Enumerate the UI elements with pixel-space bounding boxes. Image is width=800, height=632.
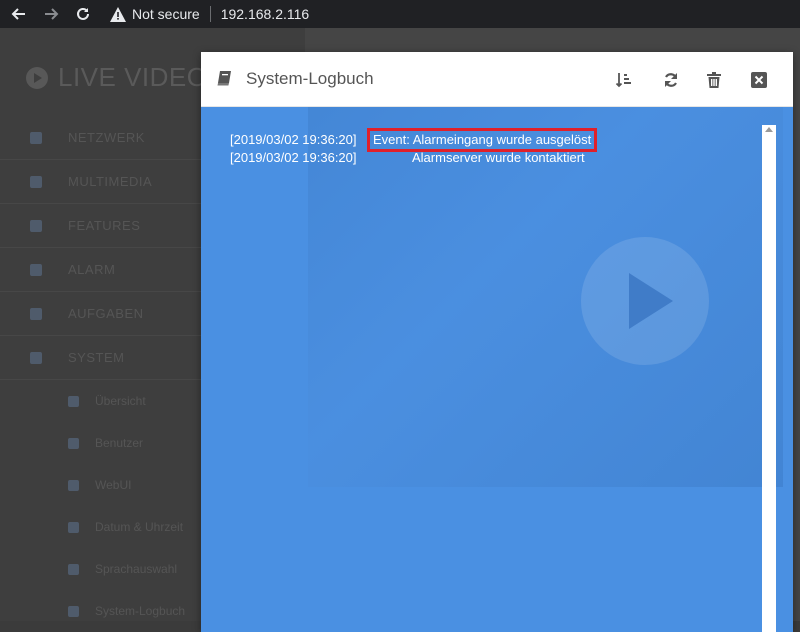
play-icon: [581, 237, 709, 365]
tasks-icon: [30, 307, 42, 320]
globe-icon: [68, 563, 79, 575]
refresh-icon[interactable]: [660, 69, 682, 91]
url-divider: [209, 6, 211, 22]
sidebar-item-label: AUFGABEN: [68, 306, 144, 321]
image-icon: [30, 175, 42, 188]
user-icon: [68, 437, 79, 449]
sidebar-item-label: MULTIMEDIA: [68, 174, 153, 189]
sidebar-item-label: NETZWERK: [68, 130, 145, 145]
gear-icon: [30, 351, 42, 364]
log-timestamp: [2019/03/02 19:36:20]: [230, 132, 357, 147]
network-icon: [30, 131, 42, 144]
log-list: [2019/03/02 19:36:20] Event: Alarmeingan…: [230, 128, 598, 167]
web-icon: [68, 479, 79, 491]
sidebar-subitem-label: Sprachauswahl: [95, 562, 178, 576]
play-logo-icon: [26, 66, 48, 89]
trash-icon[interactable]: [703, 69, 725, 91]
monitor-icon: [68, 395, 79, 407]
log-event-highlighted: Event: Alarmeingang wurde ausgelöst: [366, 128, 598, 152]
brand-text: LIVE VIDEO: [58, 62, 208, 92]
modal-header: System-Logbuch: [201, 52, 793, 107]
log-entry: [2019/03/02 19:36:20] Alarmserver wurde …: [230, 149, 594, 167]
log-body: [2019/03/02 19:36:20] Event: Alarmeingan…: [201, 107, 793, 632]
log-timestamp: [2019/03/02 19:36:20]: [230, 150, 357, 165]
clock-icon: [68, 521, 79, 533]
sidebar-subitem-label: System-Logbuch: [95, 604, 186, 618]
forward-arrow-icon[interactable]: [40, 3, 62, 25]
book-icon: [68, 605, 79, 617]
scrollbar[interactable]: [762, 125, 776, 632]
log-event: Alarmserver wurde kontaktiert: [412, 150, 585, 165]
warning-icon[interactable]: [110, 6, 126, 22]
sidebar-subitem-label: Übersicht: [95, 394, 146, 408]
book-icon: [216, 69, 234, 92]
sidebar-item-label: SYSTEM: [68, 350, 125, 365]
reload-icon[interactable]: [72, 3, 94, 25]
sidebar-item-label: ALARM: [68, 262, 116, 277]
modal-title: System-Logbuch: [246, 69, 374, 88]
security-label[interactable]: Not secure: [132, 6, 200, 22]
close-icon[interactable]: [748, 69, 770, 91]
scroll-up-arrow-icon[interactable]: [765, 127, 773, 132]
bell-icon: [30, 263, 42, 276]
system-log-modal: System-Logbuch [2019/03/02 19:36:20] Eve…: [201, 52, 793, 632]
features-icon: [30, 219, 42, 232]
sidebar-subitem-label: Benutzer: [95, 436, 144, 450]
sort-icon[interactable]: [613, 69, 635, 91]
log-entry: [2019/03/02 19:36:20] Event: Alarmeingan…: [230, 128, 598, 152]
address-bar[interactable]: 192.168.2.116: [221, 6, 310, 22]
brand-logo: LIVE VIDEO: [26, 62, 208, 93]
sidebar-subitem-label: WebUI: [95, 478, 132, 492]
browser-toolbar: Not secure 192.168.2.116: [0, 0, 800, 28]
sidebar-item-label: FEATURES: [68, 218, 141, 233]
sidebar-subitem-label: Datum & Uhrzeit: [95, 520, 184, 534]
back-arrow-icon[interactable]: [8, 3, 30, 25]
